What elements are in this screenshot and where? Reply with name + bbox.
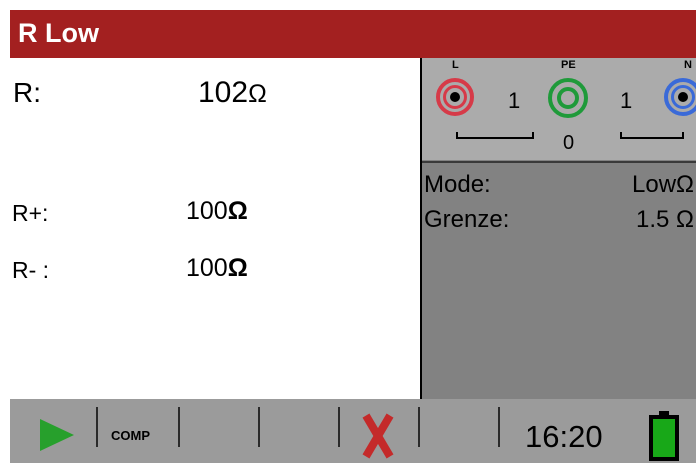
window-title: R Low <box>18 18 99 48</box>
rplus-label: R+: <box>12 200 49 226</box>
comp-button[interactable]: COMP <box>98 399 178 463</box>
n-terminal-icon <box>664 78 696 116</box>
mode-label: Mode: <box>424 171 491 198</box>
settings-panel: L PE N 1 1 0 Mode: LowΩ Grenze: 1.5 Ω <box>422 58 696 399</box>
below-value: 0 <box>563 132 575 154</box>
l-pe-bracket <box>456 132 534 139</box>
soft-key-6[interactable] <box>420 399 498 463</box>
r-value-number: 102 <box>198 76 249 109</box>
rminus-value-number: 100 <box>186 254 228 282</box>
pe-n-bracket <box>620 132 684 139</box>
mode-value: LowΩ <box>632 171 694 198</box>
comp-label: COMP <box>111 428 150 443</box>
limit-value: 1.5 Ω <box>636 206 694 233</box>
l-terminal-icon <box>436 78 474 116</box>
rminus-label: R- : <box>12 257 50 283</box>
limit-label: Grenze: <box>424 206 510 233</box>
x-icon <box>362 413 394 459</box>
rplus-unit: Ω <box>227 197 248 225</box>
rplus-value-number: 100 <box>186 197 228 225</box>
n-label: N <box>684 59 692 71</box>
pe-terminal-inner-ring <box>557 87 579 109</box>
pe-n-value: 1 <box>620 88 633 113</box>
rminus-value: 100Ω <box>186 254 248 283</box>
device-screen: R Low R: 102Ω R+: 100Ω R- : 100Ω L PE N … <box>10 10 696 463</box>
terminal-diagram: L PE N 1 1 0 <box>422 58 696 160</box>
l-pe-value: 1 <box>508 88 521 113</box>
pe-terminal-icon <box>548 78 588 118</box>
toolbar-divider <box>498 407 500 447</box>
rplus-value: 100Ω <box>186 197 248 226</box>
clock: 16:20 <box>525 419 603 454</box>
rminus-unit: Ω <box>227 254 248 282</box>
r-unit: Ω <box>248 80 267 108</box>
measurement-panel: R: 102Ω R+: 100Ω R- : 100Ω <box>10 58 420 399</box>
n-terminal-dot <box>678 92 688 102</box>
r-value: 102Ω <box>198 76 267 110</box>
soft-key-4[interactable] <box>260 399 338 463</box>
play-icon <box>40 419 74 451</box>
title-bar: R Low <box>10 10 696 58</box>
l-label: L <box>452 59 459 71</box>
start-button[interactable] <box>10 399 96 463</box>
r-label: R: <box>13 77 41 108</box>
soft-key-bar: COMP 16:20 <box>10 399 696 463</box>
l-terminal-dot <box>450 92 460 102</box>
cancel-button[interactable] <box>340 399 418 463</box>
pe-label: PE <box>561 59 576 71</box>
soft-key-3[interactable] <box>180 399 258 463</box>
divider <box>422 161 696 163</box>
battery-icon <box>649 411 679 461</box>
